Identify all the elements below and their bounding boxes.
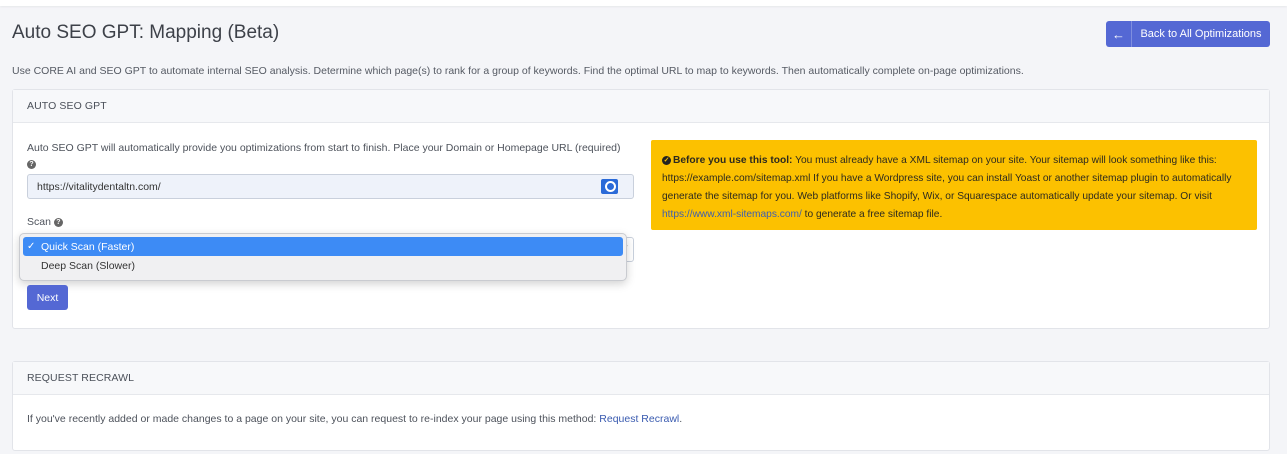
- scan-option-label: Deep Scan (Slower): [41, 259, 135, 272]
- request-recrawl-card: REQUEST RECRAWL If you've recently added…: [12, 361, 1270, 451]
- request-recrawl-link[interactable]: Request Recrawl: [599, 413, 679, 425]
- notice-lead: Before you use this tool:: [673, 155, 793, 166]
- xml-sitemaps-link[interactable]: https://www.xml-sitemaps.com/: [662, 209, 802, 220]
- check-circle-icon: ✓: [662, 155, 671, 165]
- checkmark-icon: ✓: [27, 241, 36, 252]
- url-field-label-text: Auto SEO GPT will automatically provide …: [27, 142, 621, 154]
- url-field-label: Auto SEO GPT will automatically provide …: [27, 140, 627, 172]
- recrawl-text: If you've recently added or made changes…: [27, 413, 600, 425]
- autofill-icon[interactable]: [601, 179, 618, 194]
- recrawl-description: If you've recently added or made changes…: [27, 413, 682, 425]
- request-recrawl-card-title: REQUEST RECRAWL: [13, 362, 1269, 395]
- scan-label: Scan ?: [27, 216, 63, 228]
- auto-seo-gpt-card-title: AUTO SEO GPT: [13, 90, 1269, 123]
- scan-label-text: Scan: [27, 216, 51, 228]
- scan-help-icon[interactable]: ?: [53, 217, 63, 227]
- scan-dropdown-menu: ✓ Quick Scan (Faster) Deep Scan (Slower): [19, 233, 627, 281]
- arrow-left-icon: ←: [1106, 21, 1132, 47]
- next-button[interactable]: Next: [27, 285, 68, 310]
- page-description: Use CORE AI and SEO GPT to automate inte…: [12, 65, 1024, 77]
- domain-url-input[interactable]: [27, 174, 634, 199]
- auto-seo-gpt-card: AUTO SEO GPT Auto SEO GPT will automatic…: [12, 89, 1270, 329]
- scan-option-label: Quick Scan (Faster): [41, 240, 135, 253]
- help-icon[interactable]: ?: [27, 159, 36, 169]
- scan-option-quick[interactable]: ✓ Quick Scan (Faster): [23, 237, 623, 256]
- sitemap-notice: ✓ Before you use this tool: You must alre…: [651, 140, 1257, 230]
- back-button-label: Back to All Optimizations: [1140, 28, 1262, 40]
- notice-tail: to generate a free sitemap file.: [801, 209, 943, 220]
- back-to-all-optimizations-button[interactable]: ← Back to All Optimizations: [1106, 21, 1270, 47]
- top-bar: [0, 0, 1287, 6]
- page-title: Auto SEO GPT: Mapping (Beta): [12, 22, 280, 43]
- recrawl-tail: .: [679, 413, 683, 425]
- scan-option-deep[interactable]: Deep Scan (Slower): [23, 256, 623, 275]
